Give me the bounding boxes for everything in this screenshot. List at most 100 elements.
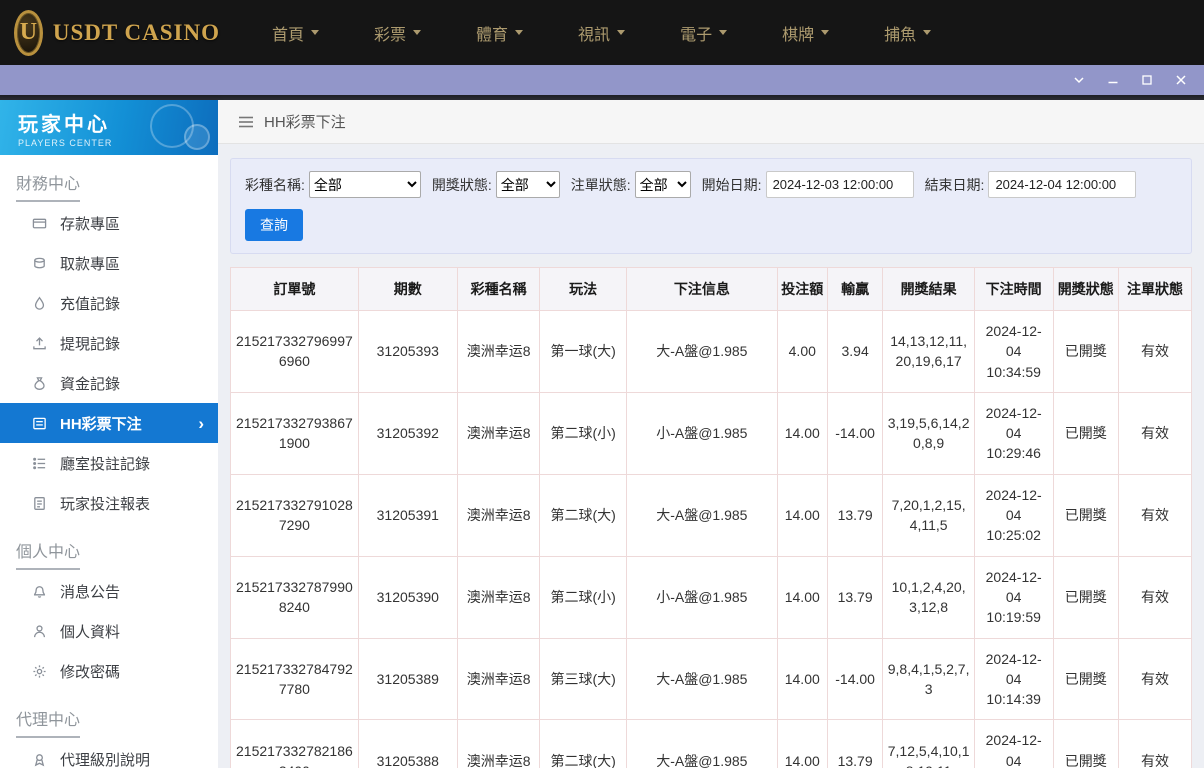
window-maximize-button[interactable] xyxy=(1140,73,1154,87)
section-finance-center: 財務中心 xyxy=(0,155,218,203)
nav-item-video[interactable]: 視訊 xyxy=(578,21,626,45)
cell-draw_status: 已開獎 xyxy=(1052,473,1119,557)
chevron-down-icon xyxy=(923,30,932,39)
cell-lottery: 澳洲幸运8 xyxy=(456,310,541,393)
nav-item-lottery[interactable]: 彩票 xyxy=(374,21,422,45)
sidebar-item-label: 資金記錄 xyxy=(60,375,121,393)
sidebar-header-decoration xyxy=(184,124,210,150)
nav-item-chess[interactable]: 棋牌 xyxy=(782,21,830,45)
logo[interactable]: U USDT CASINO xyxy=(14,9,220,56)
sidebar-item-label: 個人資料 xyxy=(60,623,121,641)
deposit-icon xyxy=(32,216,47,231)
cell-period: 31205391 xyxy=(357,473,458,557)
sidebar-item-deposit[interactable]: 存款專區 xyxy=(0,203,218,243)
sidebar-item-player-bet-report[interactable]: 玩家投注報表 xyxy=(0,483,218,523)
nav-label: 捕魚 xyxy=(884,26,917,44)
sidebar-item-change-password[interactable]: 修改密碼 xyxy=(0,651,218,691)
cell-bet_time: 2024-12-04 10:34:59 xyxy=(973,310,1054,393)
cell-bet_info: 大-A盤@1.985 xyxy=(625,637,778,721)
search-button[interactable]: 查詢 xyxy=(245,209,303,241)
cell-win_loss: -14.00 xyxy=(826,391,884,475)
password-icon xyxy=(32,664,47,679)
nav-label: 視訊 xyxy=(578,26,611,44)
column-header-draw-status: 開獎狀態 xyxy=(1052,267,1119,311)
cell-lottery: 澳洲幸运8 xyxy=(456,555,541,639)
sidebar-item-label: 取款專區 xyxy=(60,255,121,273)
cell-lottery: 澳洲幸运8 xyxy=(456,637,541,721)
draw-status-select[interactable]: 全部 xyxy=(495,171,560,198)
end-date-input[interactable] xyxy=(988,171,1137,198)
sidebar-item-agent-level[interactable]: 代理級別說明 xyxy=(0,739,218,768)
cell-bet_time: 2024-12-04 10:25:02 xyxy=(973,473,1054,557)
cell-period: 31205388 xyxy=(357,719,458,768)
column-header-order-no: 訂單號 xyxy=(230,267,359,311)
nav-label: 首頁 xyxy=(272,26,305,44)
nav-item-fishing[interactable]: 捕魚 xyxy=(884,21,932,45)
page-title: HH彩票下注 xyxy=(264,114,346,131)
cell-bet_info: 大-A盤@1.985 xyxy=(625,719,778,768)
lottery-filter-label: 彩種名稱: xyxy=(245,176,305,193)
draw-status-filter-label: 開獎狀態: xyxy=(431,176,492,193)
nav-item-sports[interactable]: 體育 xyxy=(476,21,524,45)
withdraw-icon xyxy=(32,256,47,271)
sidebar-item-announcements[interactable]: 消息公告 xyxy=(0,571,218,611)
lottery-select[interactable]: 全部 xyxy=(308,171,421,198)
cell-bet_info: 大-A盤@1.985 xyxy=(625,310,778,393)
order-status-filter-label: 注單狀態: xyxy=(570,176,631,193)
sidebar-item-withdraw[interactable]: 取款專區 xyxy=(0,243,218,283)
sidebar-item-hh-lottery-bets[interactable]: HH彩票下注 › xyxy=(0,403,218,443)
nav-label: 棋牌 xyxy=(782,26,815,44)
cell-bet_info: 大-A盤@1.985 xyxy=(625,473,778,557)
sidebar-item-withdraw-records[interactable]: 提現記錄 xyxy=(0,323,218,363)
cell-bet_amount: 14.00 xyxy=(776,637,828,721)
window-chevron-button[interactable] xyxy=(1072,73,1086,87)
cell-order_no: 2152173327910287290 xyxy=(230,473,359,557)
sidebar-item-label: 玩家投注報表 xyxy=(60,495,151,513)
sidebar-item-label: 代理級別說明 xyxy=(60,751,151,768)
cell-period: 31205392 xyxy=(357,391,458,475)
cell-order_status: 有效 xyxy=(1117,473,1193,557)
nav-label: 體育 xyxy=(476,26,509,44)
sidebar-header: 玩家中心 PLAYERS CENTER xyxy=(0,100,218,155)
window-chevron-icon xyxy=(1074,77,1084,84)
hh-lottery-icon xyxy=(32,416,47,431)
logo-text: USDT CASINO xyxy=(52,19,220,45)
cell-play: 第三球(大) xyxy=(539,637,627,721)
cell-draw_result: 14,13,12,11,20,19,6,17 xyxy=(882,310,975,393)
window-close-button[interactable] xyxy=(1174,73,1188,87)
cell-bet_time: 2024-12-04 10:14:39 xyxy=(973,637,1054,721)
window-maximize-icon xyxy=(1142,75,1152,85)
column-header-bet-amount: 投注額 xyxy=(776,267,828,311)
cell-period: 31205389 xyxy=(357,637,458,721)
sidebar-item-fund-records[interactable]: 資金記錄 xyxy=(0,363,218,403)
column-header-lottery: 彩種名稱 xyxy=(456,267,541,311)
main-body: 彩種名稱: 全部 開獎狀態: 全部 注單狀態: 全部 開始日期: 2024-12… xyxy=(218,144,1204,768)
cell-draw_status: 已開獎 xyxy=(1052,719,1119,768)
filter-panel: 彩種名稱: 全部 開獎狀態: 全部 注單狀態: 全部 開始日期: 2024-12… xyxy=(230,158,1192,254)
cell-order_no: 2152173327879908240 xyxy=(230,555,359,639)
hamburger-icon[interactable] xyxy=(238,115,254,129)
chevron-down-icon xyxy=(617,30,626,39)
nav-item-electronic[interactable]: 電子 xyxy=(680,21,728,45)
window-minimize-icon xyxy=(1108,81,1118,84)
sidebar-item-recharge-records[interactable]: 充值記錄 xyxy=(0,283,218,323)
logo-icon: U xyxy=(14,9,43,56)
window-minimize-button[interactable] xyxy=(1106,73,1120,87)
window-close-icon xyxy=(1176,75,1186,85)
cell-bet_amount: 14.00 xyxy=(776,719,828,768)
sidebar-item-hall-bet-records[interactable]: 廳室投註記錄 xyxy=(0,443,218,483)
end-date-label: 結束日期: xyxy=(924,176,985,193)
cell-draw_result: 7,20,1,2,15,4,11,5 xyxy=(882,473,975,557)
cell-draw_status: 已開獎 xyxy=(1052,310,1119,393)
sidebar-item-label: 提現記錄 xyxy=(60,335,121,353)
start-date-label: 開始日期: xyxy=(701,176,762,193)
nav-item-home[interactable]: 首頁 xyxy=(272,21,320,45)
table-row: 215217332782186340031205388澳洲幸运8第二球(大)大-… xyxy=(230,719,1193,768)
cell-lottery: 澳洲幸运8 xyxy=(456,719,541,768)
sidebar-item-profile[interactable]: 個人資料 xyxy=(0,611,218,651)
start-date-input[interactable] xyxy=(765,171,914,198)
chevron-right-icon: › xyxy=(198,413,204,433)
cell-order_no: 2152173327847927780 xyxy=(230,637,359,721)
fund-record-icon xyxy=(32,376,47,391)
order-status-select[interactable]: 全部 xyxy=(634,171,691,198)
